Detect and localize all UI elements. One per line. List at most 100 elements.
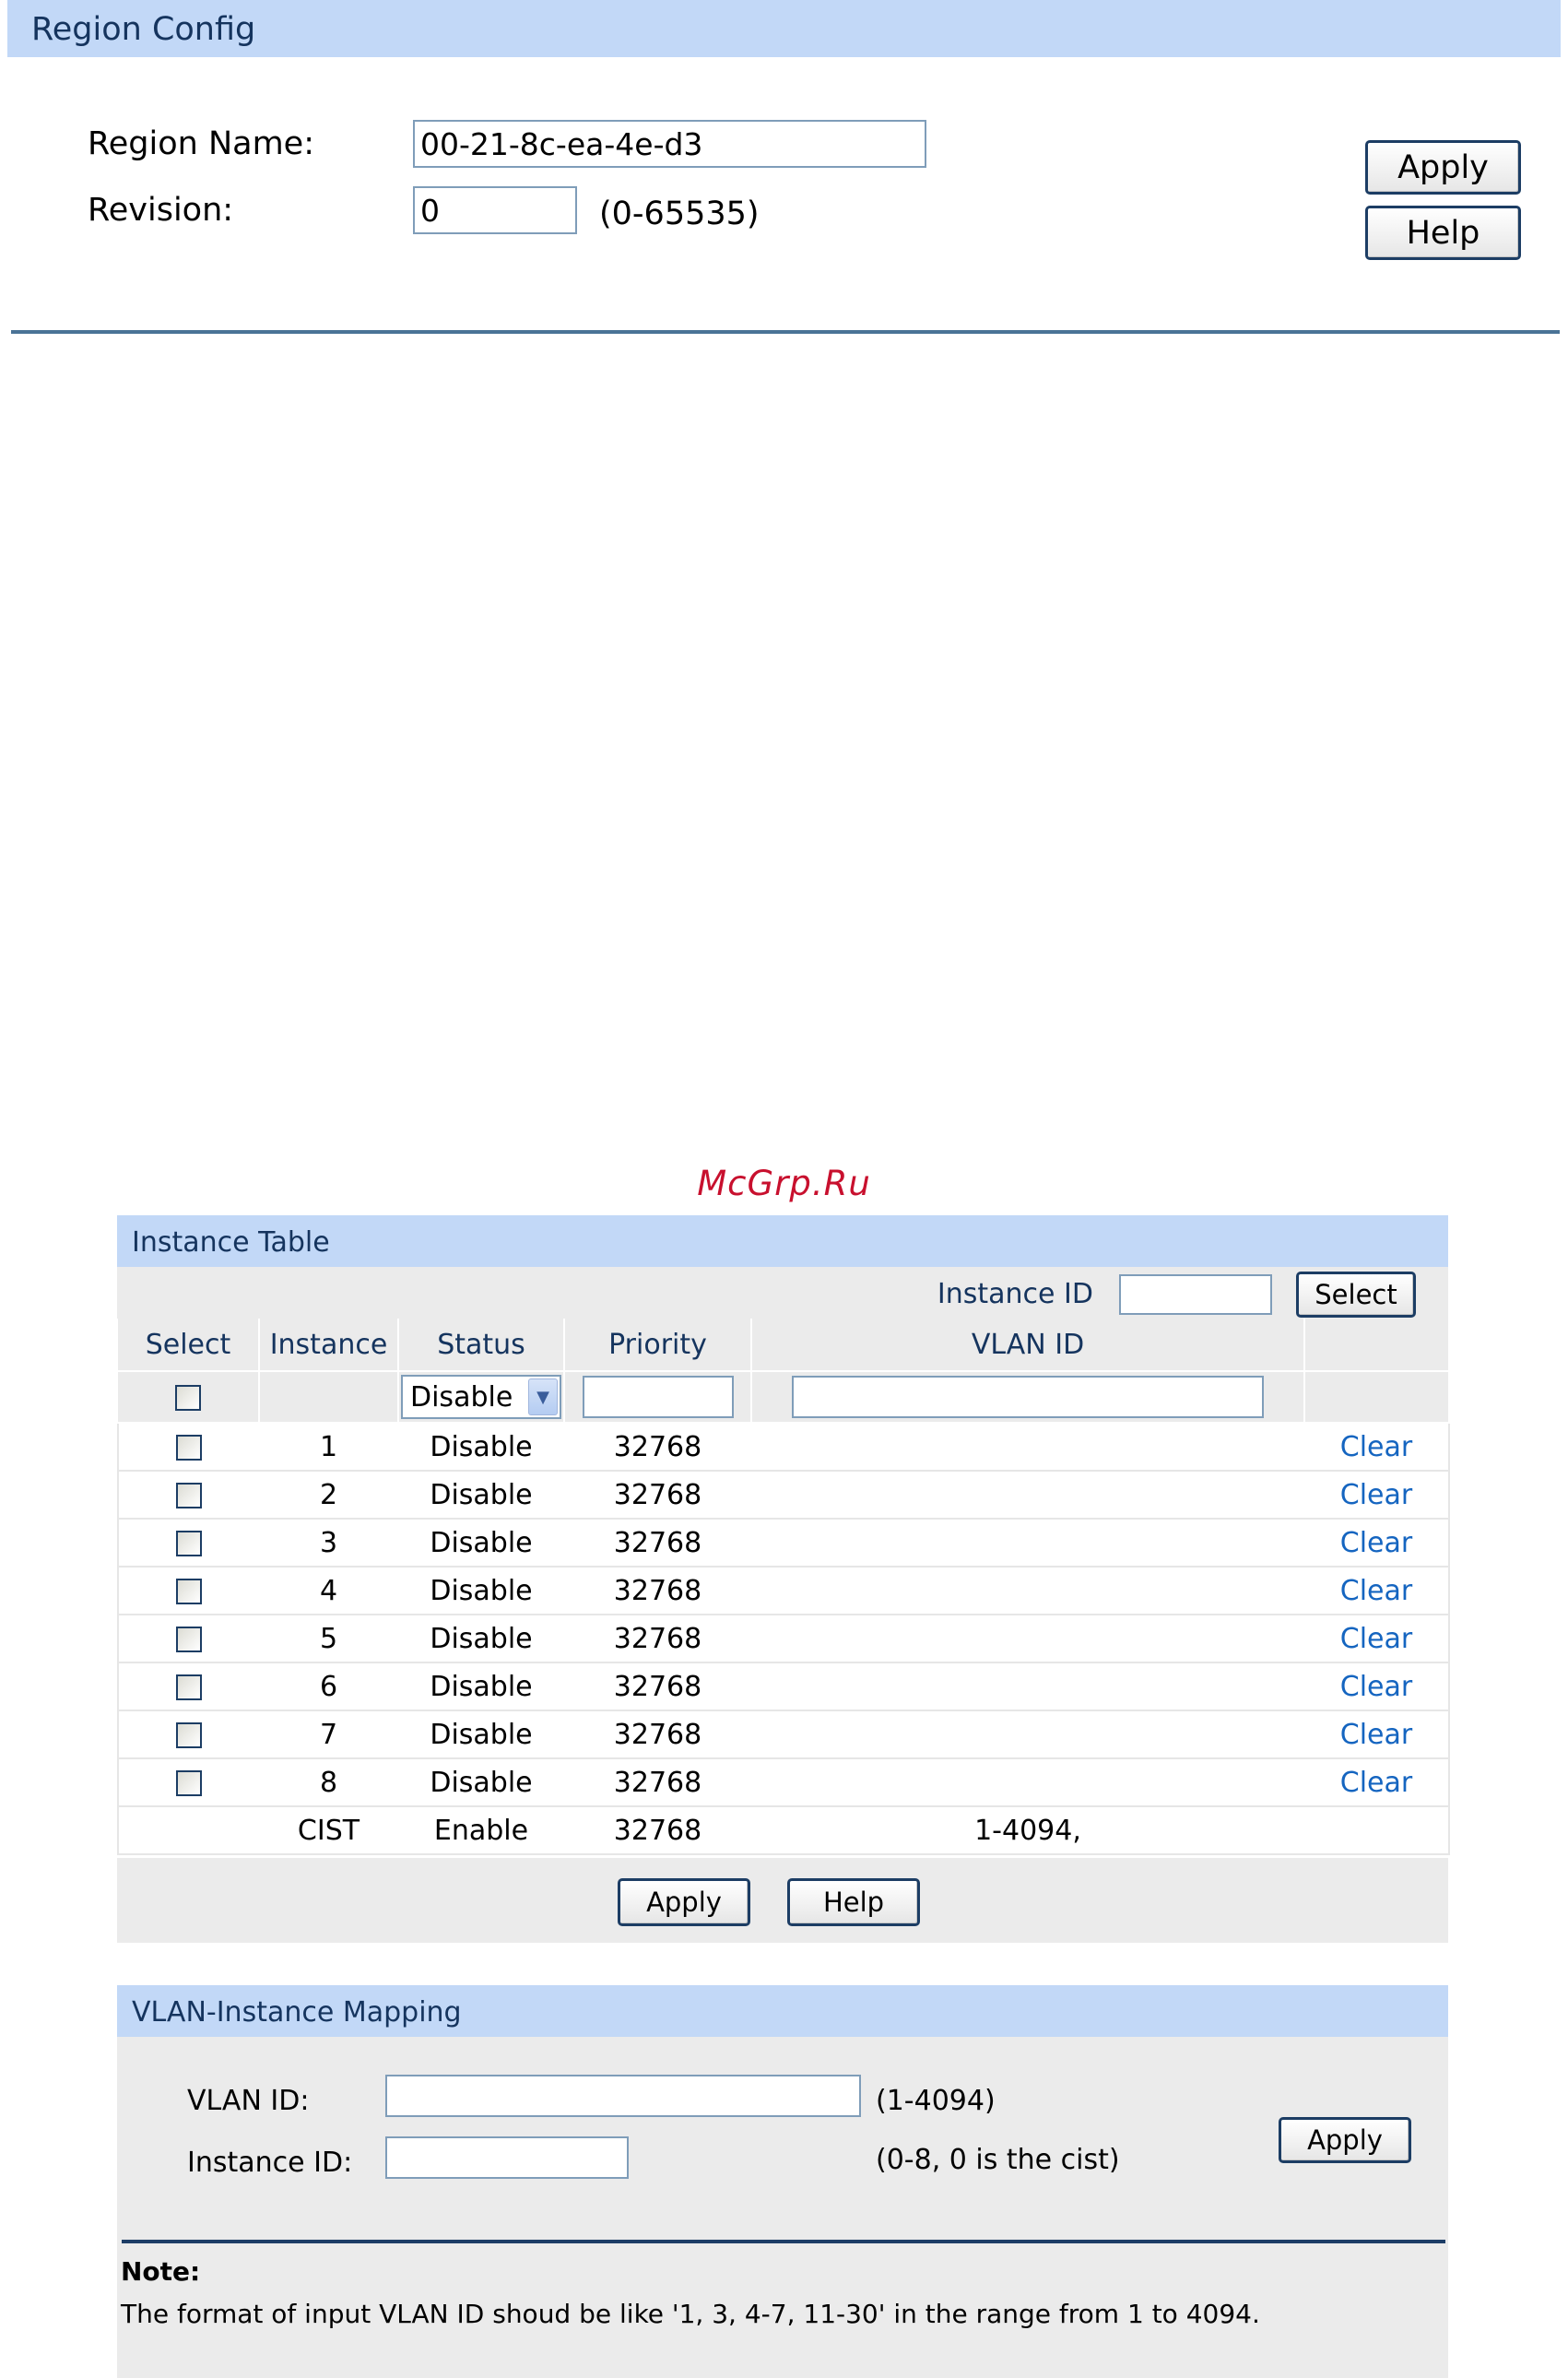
priority-input[interactable] — [582, 1376, 734, 1418]
region-name-input[interactable] — [413, 120, 926, 168]
clear-link[interactable]: Clear — [1340, 1623, 1412, 1655]
row-checkbox[interactable] — [176, 1435, 202, 1461]
column-header-select: Select — [118, 1319, 260, 1372]
clear-link[interactable]: Clear — [1340, 1527, 1412, 1559]
region-help-button[interactable]: Help — [1365, 206, 1521, 260]
priority-cell: 32768 — [564, 1519, 751, 1568]
column-header-status: Status — [398, 1319, 565, 1372]
instance-search-bar: Instance ID Select — [117, 1267, 1448, 1319]
priority-cell: 32768 — [564, 1710, 751, 1759]
watermark-text: McGrp.Ru — [697, 1164, 871, 1203]
cist-row: CIST Enable 32768 1-4094, — [117, 1806, 1450, 1855]
table-row: 3 Disable 32768 Clear — [117, 1519, 1450, 1568]
status-cell: Disable — [398, 1423, 564, 1472]
instance-select-button[interactable]: Select — [1296, 1272, 1416, 1318]
status-cell: Enable — [398, 1806, 564, 1855]
region-config-header: Region Config — [7, 0, 1561, 57]
status-cell: Disable — [398, 1519, 564, 1568]
row-checkbox[interactable] — [176, 1579, 202, 1604]
priority-cell: 32768 — [564, 1662, 751, 1711]
clear-link[interactable]: Clear — [1340, 1479, 1412, 1511]
vlan-id-cell — [751, 1519, 1304, 1568]
row-checkbox[interactable] — [176, 1627, 202, 1652]
vlan-id-range-hint: (1-4094) — [876, 2085, 996, 2117]
priority-cell: 32768 — [564, 1615, 751, 1663]
region-apply-button[interactable]: Apply — [1365, 140, 1521, 195]
instance-id-label: Instance ID: — [187, 2147, 353, 2179]
clear-link[interactable]: Clear — [1340, 1671, 1412, 1703]
select-all-checkbox[interactable] — [175, 1385, 201, 1411]
row-checkbox[interactable] — [176, 1483, 202, 1508]
vlan-mapping-body: VLAN ID: (1-4094) Instance ID: (0-8, 0 i… — [117, 2037, 1448, 2230]
instance-id-mapping-input[interactable] — [385, 2136, 629, 2179]
revision-label: Revision: — [88, 192, 234, 229]
clear-link[interactable]: Clear — [1340, 1719, 1412, 1751]
table-row: 4 Disable 32768 Clear — [117, 1567, 1450, 1615]
revision-range-hint: (0-65535) — [599, 195, 760, 232]
instance-apply-button[interactable]: Apply — [618, 1878, 750, 1926]
instance-table-title: Instance Table — [132, 1226, 330, 1259]
vlan-id-cell — [751, 1423, 1304, 1472]
vlan-id-label: VLAN ID: — [187, 2085, 310, 2117]
revision-input[interactable] — [413, 186, 577, 234]
table-row: 7 Disable 32768 Clear — [117, 1710, 1450, 1759]
status-cell: Disable — [398, 1471, 564, 1520]
vlan-id-cell — [751, 1710, 1304, 1759]
instance-cell: 8 — [259, 1758, 398, 1807]
row-checkbox[interactable] — [176, 1722, 202, 1748]
vlan-id-cell — [751, 1471, 1304, 1520]
note-title: Note: — [121, 2256, 201, 2287]
table-row: 6 Disable 32768 Clear — [117, 1662, 1450, 1711]
row-checkbox[interactable] — [176, 1531, 202, 1556]
vlan-id-cell — [751, 1662, 1304, 1711]
status-select-value: Disable — [410, 1380, 513, 1414]
region-config-panel: Region Config Region Name: Revision: (0-… — [0, 0, 1568, 364]
clear-link[interactable]: Clear — [1340, 1575, 1412, 1607]
instance-cell: 4 — [259, 1567, 398, 1615]
status-cell: Disable — [398, 1710, 564, 1759]
instance-id-range-hint: (0-8, 0 is the cist) — [876, 2144, 1120, 2176]
mapping-apply-button[interactable]: Apply — [1279, 2117, 1411, 2163]
vlan-id-cell: 1-4094, — [751, 1806, 1304, 1855]
instance-cell: 1 — [259, 1423, 398, 1472]
status-cell: Disable — [398, 1662, 564, 1711]
instance-edit-row: Disable ▼ — [118, 1371, 1450, 1424]
table-row: 8 Disable 32768 Clear — [117, 1758, 1450, 1807]
status-cell: Disable — [398, 1758, 564, 1807]
instance-cell: 5 — [259, 1615, 398, 1663]
region-config-title: Region Config — [31, 11, 256, 48]
note-text: The format of input VLAN ID shoud be lik… — [121, 2299, 1260, 2329]
clear-link[interactable]: Clear — [1340, 1767, 1412, 1799]
priority-cell: 32768 — [564, 1423, 751, 1472]
instance-table-header-row: Select Instance Status Priority VLAN ID — [118, 1319, 1450, 1372]
instance-table-button-bar: Apply Help — [117, 1858, 1448, 1943]
instance-table: Select Instance Status Priority VLAN ID … — [117, 1319, 1450, 1855]
column-header-priority: Priority — [564, 1319, 752, 1372]
vlan-mapping-header: VLAN-Instance Mapping — [117, 1985, 1448, 2037]
column-header-action — [1304, 1319, 1450, 1372]
instance-cell: CIST — [259, 1806, 398, 1855]
vlan-id-input[interactable] — [792, 1376, 1264, 1418]
table-row: 5 Disable 32768 Clear — [117, 1615, 1450, 1663]
status-select[interactable]: Disable ▼ — [401, 1375, 561, 1419]
table-row: 2 Disable 32768 Clear — [117, 1471, 1450, 1520]
note-divider — [122, 2240, 1445, 2243]
table-row: 1 Disable 32768 Clear — [117, 1423, 1450, 1472]
vlan-id-cell — [751, 1758, 1304, 1807]
vlan-id-cell — [751, 1615, 1304, 1663]
vlan-id-mapping-input[interactable] — [385, 2075, 861, 2117]
column-header-instance: Instance — [259, 1319, 399, 1372]
clear-link[interactable]: Clear — [1340, 1431, 1412, 1463]
instance-cell: 6 — [259, 1662, 398, 1711]
priority-cell: 32768 — [564, 1471, 751, 1520]
column-header-vlan-id: VLAN ID — [751, 1319, 1305, 1372]
row-checkbox[interactable] — [176, 1770, 202, 1796]
region-name-label: Region Name: — [88, 125, 314, 162]
instance-help-button[interactable]: Help — [787, 1878, 920, 1926]
vlan-id-cell — [751, 1567, 1304, 1615]
instance-id-search-input[interactable] — [1119, 1274, 1272, 1315]
chevron-down-icon[interactable]: ▼ — [528, 1378, 558, 1415]
instance-id-search-label: Instance ID — [937, 1278, 1093, 1310]
row-checkbox[interactable] — [176, 1674, 202, 1700]
instance-table-header: Instance Table — [117, 1215, 1448, 1267]
